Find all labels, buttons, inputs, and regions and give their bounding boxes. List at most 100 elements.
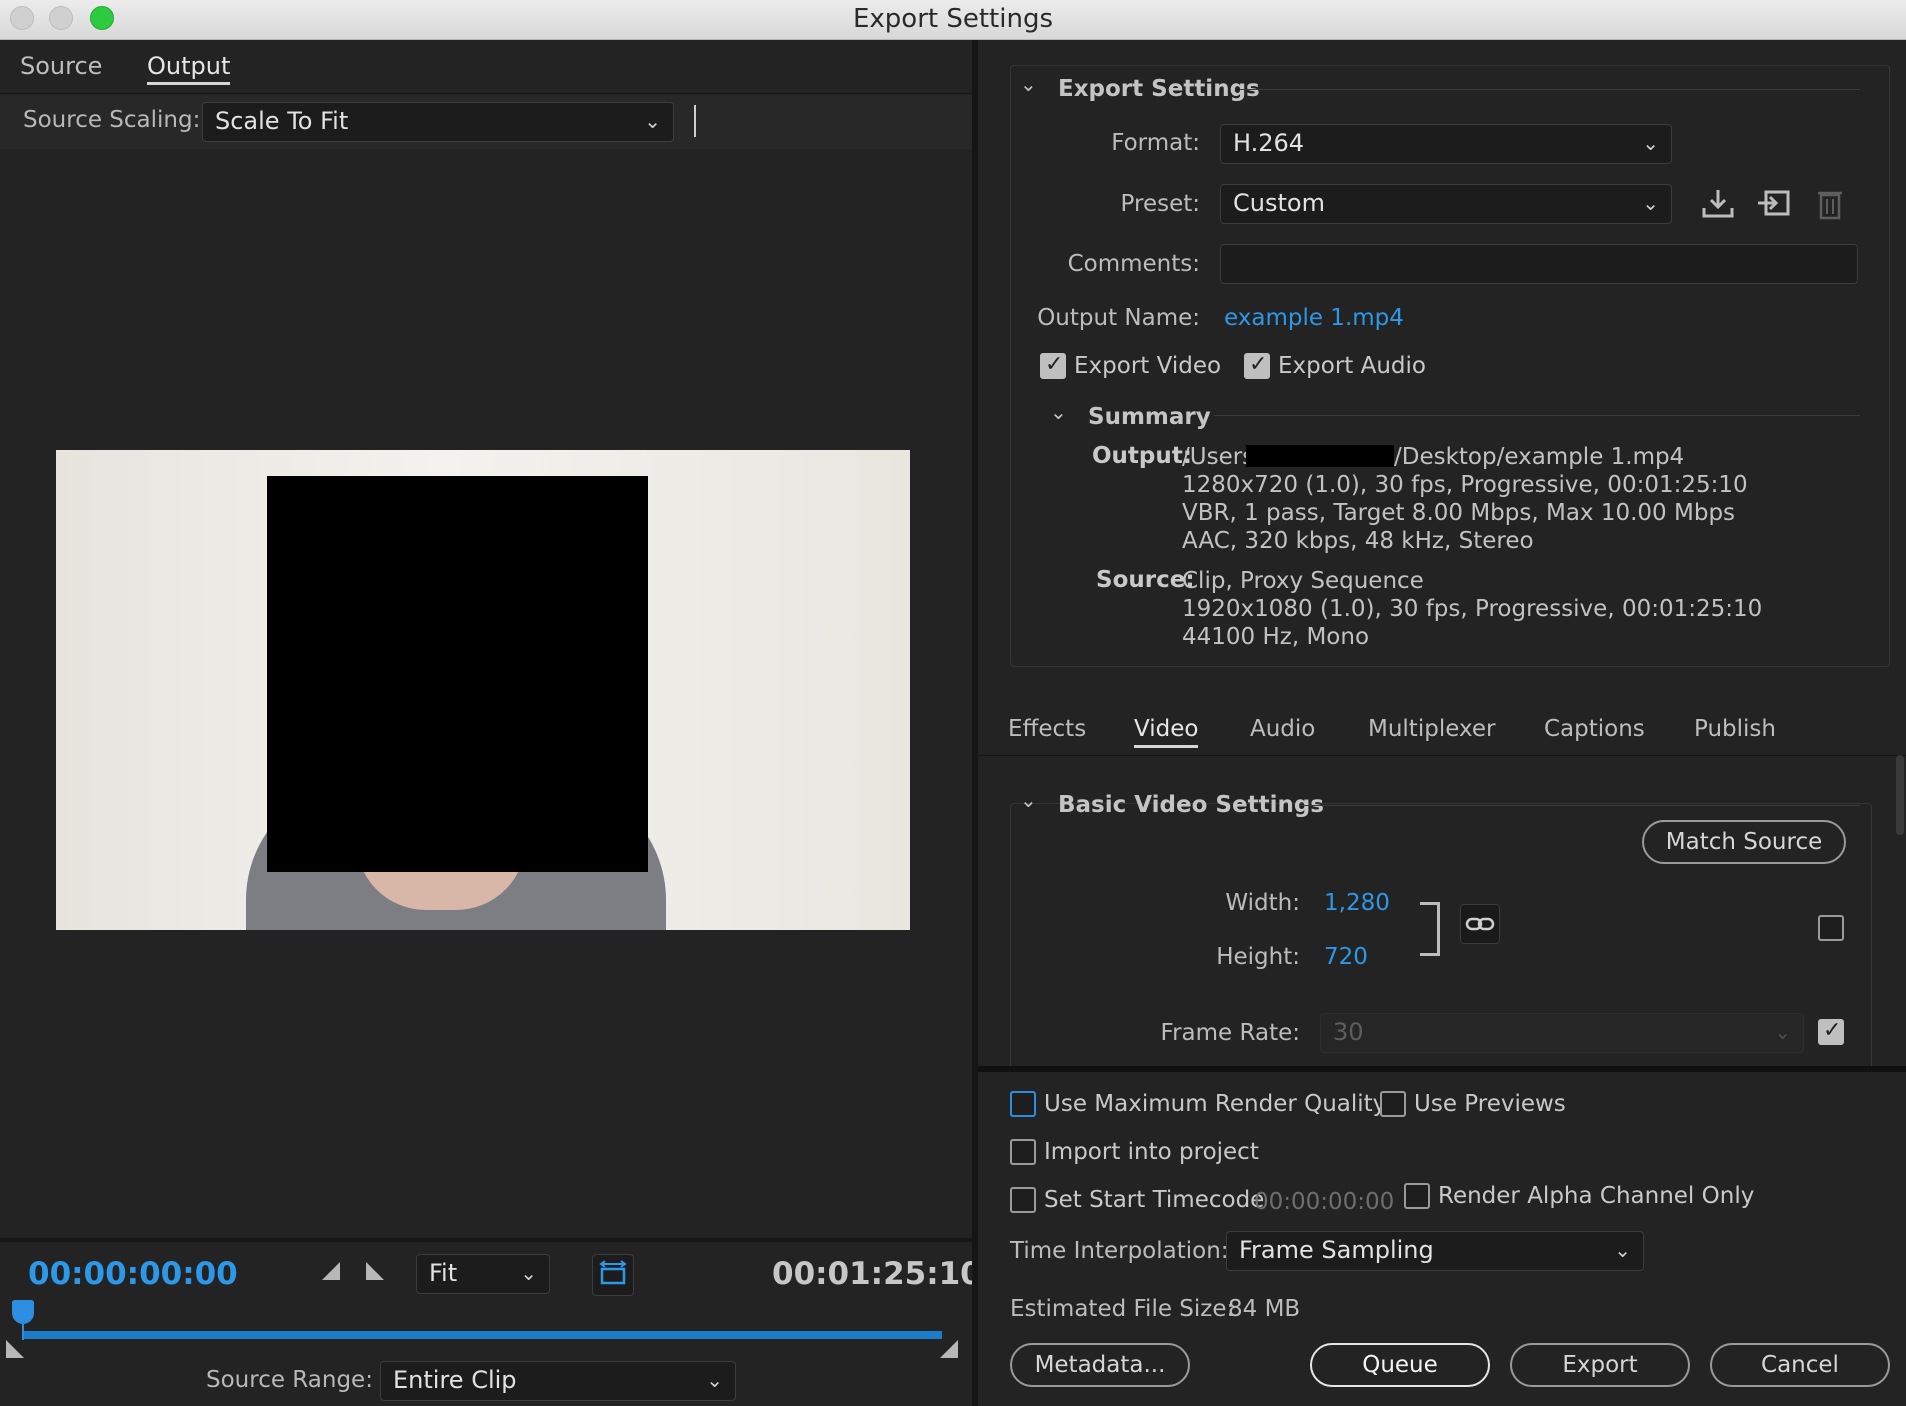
- output-name-link[interactable]: example 1.mp4: [1224, 305, 1404, 331]
- estimated-size-value: 84 MB: [1228, 1296, 1301, 1322]
- export-video-checkbox[interactable]: [1040, 352, 1066, 379]
- preset-dropdown[interactable]: Custom ⌄: [1220, 184, 1672, 224]
- import-icon[interactable]: [1756, 186, 1792, 222]
- summary-title: Summary: [1088, 404, 1211, 430]
- summary-output-path-suffix: /Desktop/example 1.mp4: [1394, 444, 1685, 470]
- resolution-match-checkbox[interactable]: [1818, 915, 1844, 941]
- tab-captions[interactable]: Captions: [1544, 716, 1645, 742]
- summary-output-key: Output:: [1092, 443, 1192, 469]
- in-point-handle[interactable]: [6, 1340, 24, 1358]
- summary-output-line: 1280x720 (1.0), 30 fps, Progressive, 00:…: [1182, 472, 1748, 498]
- estimated-size-label: Estimated File Size:: [1010, 1296, 1235, 1322]
- chevron-down-icon[interactable]: ⌄: [1020, 788, 1037, 812]
- set-start-timecode-checkbox[interactable]: [1010, 1187, 1036, 1213]
- metadata-button[interactable]: Metadata...: [1010, 1343, 1190, 1387]
- tab-publish[interactable]: Publish: [1694, 716, 1776, 742]
- section-rule: [1214, 415, 1860, 416]
- frame-rate-dropdown[interactable]: 30 ⌄: [1320, 1013, 1804, 1053]
- comments-input[interactable]: [1220, 244, 1858, 284]
- source-range-label: Source Range:: [206, 1367, 373, 1393]
- frame-rate-value: 30: [1333, 1018, 1364, 1046]
- tab-effects[interactable]: Effects: [1008, 716, 1086, 742]
- use-max-quality-checkbox[interactable]: [1010, 1091, 1036, 1117]
- mark-out-icon[interactable]: [366, 1262, 384, 1280]
- source-range-value: Entire Clip: [393, 1366, 517, 1394]
- duration-timecode: 00:01:25:10: [772, 1256, 982, 1292]
- chevron-down-icon: ⌄: [706, 1368, 723, 1392]
- settings-scrollbar[interactable]: [1896, 755, 1904, 835]
- tab-source[interactable]: Source: [20, 52, 102, 80]
- time-interpolation-value: Frame Sampling: [1239, 1236, 1434, 1264]
- aspect-ratio-button[interactable]: [592, 1254, 634, 1296]
- import-into-project-checkbox[interactable]: [1010, 1139, 1036, 1165]
- summary-output-path-prefix: /Users: [1182, 444, 1255, 470]
- use-previews-checkbox[interactable]: [1380, 1091, 1406, 1117]
- match-source-button[interactable]: Match Source: [1642, 820, 1846, 864]
- redaction-bar: [1246, 445, 1394, 467]
- export-audio-checkbox[interactable]: [1244, 352, 1270, 379]
- height-label: Height:: [1216, 944, 1300, 970]
- chevron-down-icon: ⌄: [644, 109, 661, 133]
- comments-label: Comments:: [1067, 251, 1200, 277]
- zoom-dropdown[interactable]: Fit ⌄: [416, 1254, 550, 1294]
- constrain-proportions-button[interactable]: [1460, 904, 1500, 944]
- tab-output[interactable]: Output: [147, 52, 231, 85]
- format-value: H.264: [1233, 129, 1305, 157]
- use-previews-label: Use Previews: [1414, 1091, 1566, 1117]
- time-interpolation-dropdown[interactable]: Frame Sampling ⌄: [1226, 1231, 1644, 1271]
- download-icon[interactable]: [1700, 186, 1736, 222]
- playhead-handle[interactable]: [12, 1300, 34, 1324]
- source-scaling-bar: Source Scaling: Scale To Fit ⌄: [0, 95, 972, 149]
- format-label: Format:: [1111, 130, 1200, 156]
- import-into-project-label: Import into project: [1044, 1139, 1259, 1165]
- format-dropdown[interactable]: H.264 ⌄: [1220, 124, 1672, 164]
- export-button[interactable]: Export: [1510, 1343, 1690, 1387]
- preset-value: Custom: [1233, 189, 1325, 217]
- output-name-label: Output Name:: [1037, 305, 1200, 331]
- tab-video[interactable]: Video: [1134, 716, 1199, 748]
- out-point-handle[interactable]: [940, 1340, 958, 1358]
- render-alpha-checkbox[interactable]: [1404, 1183, 1430, 1209]
- queue-button[interactable]: Queue: [1310, 1343, 1490, 1387]
- chevron-down-icon: ⌄: [1642, 191, 1659, 215]
- source-scaling-value: Scale To Fit: [215, 107, 349, 135]
- source-scaling-dropdown[interactable]: Scale To Fit ⌄: [202, 102, 674, 142]
- cancel-button[interactable]: Cancel: [1710, 1343, 1890, 1387]
- export-settings-title: Export Settings: [1058, 76, 1260, 102]
- summary-source-line: Clip, Proxy Sequence: [1182, 568, 1424, 594]
- width-value[interactable]: 1,280: [1324, 890, 1390, 916]
- timeline-track[interactable]: [22, 1331, 942, 1339]
- chevron-down-icon[interactable]: ⌄: [1020, 72, 1037, 96]
- preset-label: Preset:: [1120, 191, 1200, 217]
- height-value[interactable]: 720: [1324, 944, 1368, 970]
- chevron-down-icon: ⌄: [1614, 1238, 1631, 1262]
- summary-source-line: 1920x1080 (1.0), 30 fps, Progressive, 00…: [1182, 596, 1763, 622]
- text-cursor: [694, 105, 696, 137]
- chevron-down-icon: ⌄: [520, 1261, 537, 1285]
- chain-link-icon: [1465, 917, 1495, 931]
- video-preview: [56, 450, 910, 930]
- mark-in-icon[interactable]: [322, 1262, 340, 1280]
- current-timecode[interactable]: 00:00:00:00: [28, 1256, 238, 1292]
- frame-rate-match-checkbox[interactable]: [1818, 1018, 1844, 1045]
- summary-source-line: 44100 Hz, Mono: [1182, 624, 1370, 650]
- time-interpolation-label: Time Interpolation:: [1010, 1238, 1229, 1264]
- title-bar: Export Settings: [0, 0, 1906, 40]
- window-title: Export Settings: [852, 4, 1053, 34]
- tab-multiplexer[interactable]: Multiplexer: [1368, 716, 1495, 742]
- frame-rate-label: Frame Rate:: [1160, 1020, 1300, 1046]
- zoom-value: Fit: [429, 1259, 458, 1287]
- trash-icon[interactable]: [1812, 186, 1848, 222]
- redaction-box: [267, 476, 648, 872]
- chevron-down-icon[interactable]: ⌄: [1050, 400, 1067, 424]
- summary-output-line: VBR, 1 pass, Target 8.00 Mbps, Max 10.00…: [1182, 500, 1736, 526]
- start-timecode-field[interactable]: 00:00:00:00: [1254, 1189, 1394, 1215]
- summary-output-line: AAC, 320 kbps, 48 kHz, Stereo: [1182, 528, 1534, 554]
- export-video-label: Export Video: [1074, 353, 1222, 379]
- chevron-down-icon: ⌄: [1642, 131, 1659, 155]
- use-max-quality-label: Use Maximum Render Quality: [1044, 1091, 1387, 1117]
- tab-audio[interactable]: Audio: [1250, 716, 1315, 742]
- render-alpha-label: Render Alpha Channel Only: [1438, 1183, 1755, 1209]
- source-range-dropdown[interactable]: Entire Clip ⌄: [380, 1361, 736, 1401]
- constrain-bracket: [1420, 902, 1440, 956]
